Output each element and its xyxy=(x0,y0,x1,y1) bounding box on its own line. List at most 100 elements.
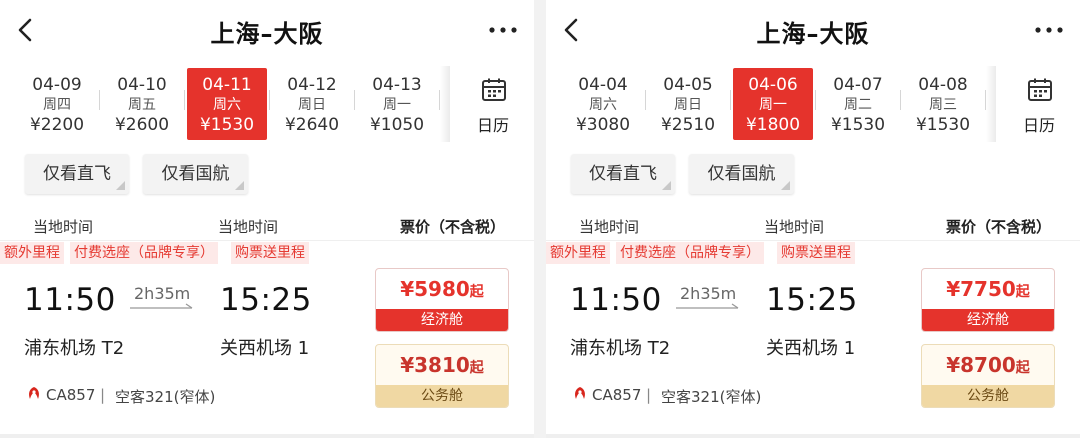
economy-fare-card[interactable]: ¥7750起 经济舱 xyxy=(921,268,1055,332)
arrival-time: 15:25 xyxy=(220,282,312,318)
date-label: 04-12 xyxy=(287,75,337,95)
date-price: ¥2510 xyxy=(660,115,716,135)
business-price-suffix: 起 xyxy=(469,360,484,376)
flight-search-panel-right: 上海–大阪 04-04 周六 ¥3080 04-05 周日 ¥2510 04-06 周一 ¥18… xyxy=(546,0,1080,438)
date-separator xyxy=(900,90,901,110)
tag-paid-seat-selection: 付费选座（品牌专享） xyxy=(70,242,218,264)
weekday-label: 周日 xyxy=(298,97,326,113)
depart-time-header: 当地时间 xyxy=(33,218,94,236)
departure-airport: 浦东机场 T2 xyxy=(570,338,671,359)
date-item-04-08[interactable]: 04-08 周三 ¥1530 xyxy=(903,68,983,140)
departure-time: 11:50 xyxy=(570,282,662,318)
weekday-label: 周二 xyxy=(844,97,872,113)
date-item-04-06[interactable]: 04-06 周一 ¥1800 xyxy=(733,68,813,140)
filter-air-china-only-button[interactable]: 仅看国航 xyxy=(143,154,248,194)
departure-airport: 浦东机场 T2 xyxy=(24,338,125,359)
price-header: 票价（不含税） xyxy=(400,218,506,236)
business-price-value: ¥8700 xyxy=(946,353,1016,377)
date-item-04-10[interactable]: 04-10 周五 ¥2600 xyxy=(102,68,182,140)
date-item-04-12[interactable]: 04-12 周日 ¥2640 xyxy=(272,68,352,140)
business-price: ¥3810起 xyxy=(376,353,508,377)
economy-price-value: ¥7750 xyxy=(946,277,1016,301)
header-divider xyxy=(546,240,1080,241)
date-selector: 04-09 周四 ¥2200 04-10 周五 ¥2600 04-11 周六 ¥1530 04-1… xyxy=(0,66,534,142)
route-title: 上海–大阪 xyxy=(210,20,324,48)
header-bar: 上海–大阪 xyxy=(546,0,1080,60)
date-item-04-04[interactable]: 04-04 周六 ¥3080 xyxy=(563,68,643,140)
business-price-suffix: 起 xyxy=(1015,360,1030,376)
date-label: 04-13 xyxy=(372,75,422,95)
economy-cabin-label: 经济舱 xyxy=(376,309,508,331)
date-label: 04-06 xyxy=(748,75,798,95)
date-scroll-list[interactable]: 04-09 周四 ¥2200 04-10 周五 ¥2600 04-11 周六 ¥1530 04-1… xyxy=(0,66,446,142)
date-label: 04-11 xyxy=(202,75,252,95)
route-title: 上海–大阪 xyxy=(756,20,870,48)
calendar-button[interactable]: 日历 xyxy=(452,66,534,142)
filter-direct-label: 仅看直飞 xyxy=(43,164,111,184)
date-item-04-11[interactable]: 04-11 周六 ¥1530 xyxy=(187,68,267,140)
date-separator xyxy=(815,90,816,110)
date-label: 04-04 xyxy=(578,75,628,95)
weekday-label: 周一 xyxy=(759,97,787,113)
date-item-04-07[interactable]: 04-07 周二 ¥1530 xyxy=(818,68,898,140)
date-item-04-13[interactable]: 04-13 周一 ¥1050 xyxy=(357,68,437,140)
duration-arrow-icon xyxy=(676,303,739,309)
weekday-label: 周四 xyxy=(43,97,71,113)
date-separator xyxy=(269,90,270,110)
list-divider xyxy=(0,434,534,438)
date-item-04-05[interactable]: 04-05 周日 ¥2510 xyxy=(648,68,728,140)
economy-price: ¥5980起 xyxy=(376,277,508,301)
tag-miles-on-purchase: 购票送里程 xyxy=(777,242,855,264)
date-separator xyxy=(730,90,731,110)
tag-paid-seat-selection: 付费选座（品牌专享） xyxy=(616,242,764,264)
flight-search-panel-left: 上海–大阪 04-09 周四 ¥2200 04-10 周五 ¥2600 04-11 周六 ¥15… xyxy=(0,0,534,438)
date-item-04-09[interactable]: 04-09 周四 ¥2200 xyxy=(17,68,97,140)
economy-price-value: ¥5980 xyxy=(400,277,470,301)
calendar-icon xyxy=(482,78,506,101)
date-price: ¥1530 xyxy=(915,115,971,135)
date-label: 04-10 xyxy=(117,75,167,95)
aircraft-type: 空客321(窄体) xyxy=(115,388,216,406)
calendar-divider xyxy=(440,66,450,142)
flight-number: CA857 xyxy=(592,386,642,404)
date-price: ¥1050 xyxy=(369,115,425,135)
date-price: ¥1800 xyxy=(745,115,801,135)
filter-air-china-label: 仅看国航 xyxy=(161,164,230,184)
filter-air-china-label: 仅看国航 xyxy=(707,164,776,184)
info-separator: | xyxy=(646,386,652,404)
weekday-label: 周一 xyxy=(383,97,411,113)
calendar-button[interactable]: 日历 xyxy=(998,66,1080,142)
more-dots-icon[interactable] xyxy=(1034,26,1064,34)
business-fare-card[interactable]: ¥8700起 公务舱 xyxy=(921,344,1055,408)
economy-fare-card[interactable]: ¥5980起 经济舱 xyxy=(375,268,509,332)
air-china-logo-icon xyxy=(29,387,39,399)
business-fare-card[interactable]: ¥3810起 公务舱 xyxy=(375,344,509,408)
date-selector: 04-04 周六 ¥3080 04-05 周日 ¥2510 04-06 周一 ¥1800 04-0… xyxy=(546,66,1080,142)
air-china-logo-icon xyxy=(575,387,585,399)
list-divider xyxy=(546,434,1080,438)
header-bar: 上海–大阪 xyxy=(0,0,534,60)
date-scroll-list[interactable]: 04-04 周六 ¥3080 04-05 周日 ¥2510 04-06 周一 ¥1800 04-0… xyxy=(546,66,992,142)
date-price: ¥2600 xyxy=(114,115,170,135)
date-separator xyxy=(184,90,185,110)
info-separator: | xyxy=(100,386,106,404)
more-dots-icon[interactable] xyxy=(488,26,518,34)
economy-cabin-label: 经济舱 xyxy=(922,309,1054,331)
date-price: ¥1530 xyxy=(199,115,255,135)
price-header: 票价（不含税） xyxy=(946,218,1052,236)
arrival-airport: 关西机场 1 xyxy=(766,338,856,359)
date-label: 04-08 xyxy=(918,75,968,95)
filter-direct-only-button[interactable]: 仅看直飞 xyxy=(571,154,675,194)
weekday-label: 周三 xyxy=(929,97,957,113)
calendar-label: 日历 xyxy=(476,116,509,135)
weekday-label: 周日 xyxy=(674,97,702,113)
weekday-label: 周六 xyxy=(589,97,617,113)
date-separator xyxy=(645,90,646,110)
tag-extra-miles: 额外里程 xyxy=(0,242,64,264)
date-separator xyxy=(99,90,100,110)
economy-price: ¥7750起 xyxy=(922,277,1054,301)
filter-air-china-only-button[interactable]: 仅看国航 xyxy=(689,154,794,194)
flight-duration: 2h35m xyxy=(680,284,737,303)
filter-direct-only-button[interactable]: 仅看直飞 xyxy=(25,154,129,194)
arrive-time-header: 当地时间 xyxy=(218,218,279,236)
